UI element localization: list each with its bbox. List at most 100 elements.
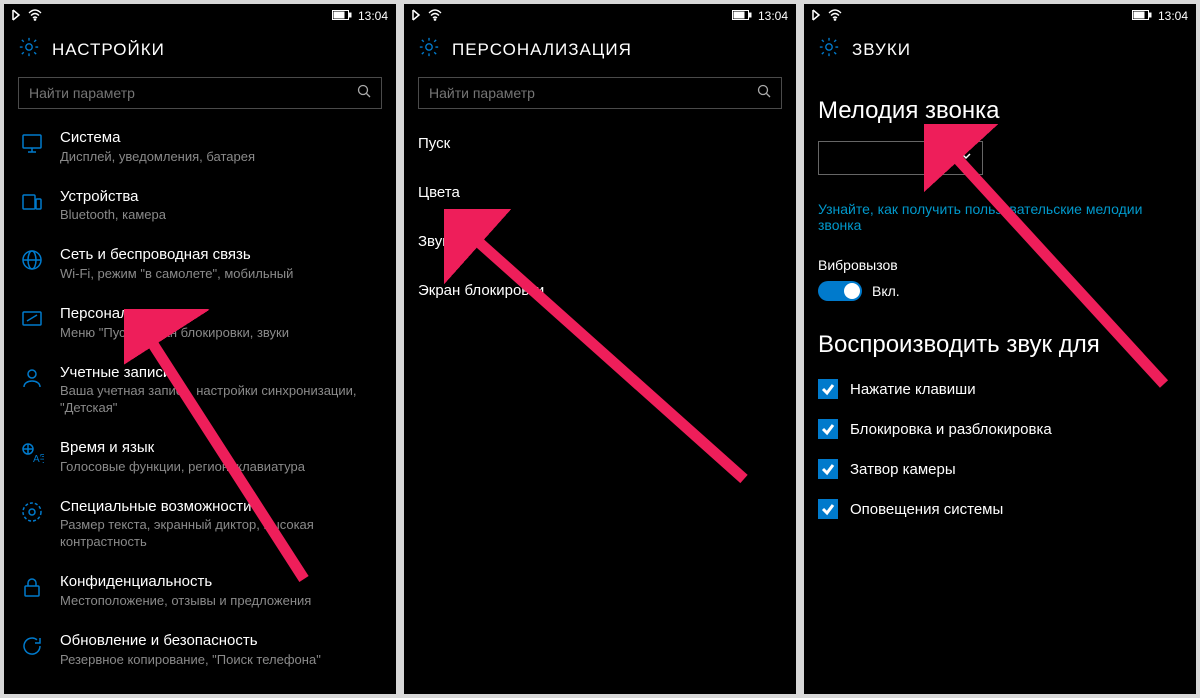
check-label: Оповещения системы	[850, 501, 1003, 518]
user-icon	[20, 366, 44, 395]
personalize-icon	[20, 307, 44, 336]
settings-item-system[interactable]: СистемаДисплей, уведомления, батарея	[18, 119, 382, 178]
clock-text: 13:04	[1158, 9, 1188, 23]
globe-icon	[20, 248, 44, 277]
settings-item-time-language[interactable]: A字 Время и языкГолосовые функции, регион…	[18, 429, 382, 488]
header: ПЕРСОНАЛИЗАЦИЯ	[404, 26, 796, 77]
battery-icon	[732, 9, 752, 23]
search-box[interactable]	[418, 77, 782, 109]
search-input[interactable]	[29, 85, 357, 101]
settings-item-personalization[interactable]: ПерсонализацияМеню "Пуск", экран блокиро…	[18, 295, 382, 354]
check-label: Нажатие клавиши	[850, 381, 976, 398]
item-title: Сеть и беспроводная связь	[60, 246, 382, 265]
item-sub: Голосовые функции, регион, клавиатура	[60, 459, 382, 476]
header: ЗВУКИ	[804, 26, 1196, 77]
battery-icon	[1132, 9, 1152, 23]
item-sub: Bluetooth, камера	[60, 207, 382, 224]
settings-item-update[interactable]: Обновление и безопасностьРезервное копир…	[18, 622, 382, 681]
page-title: ПЕРСОНАЛИЗАЦИЯ	[452, 40, 632, 60]
clock-text: 13:04	[758, 9, 788, 23]
screen-settings: 13:04 НАСТРОЙКИ СистемаДисплей, уведомле…	[4, 4, 396, 694]
search-icon	[757, 84, 771, 103]
sounds-content: Мелодия звонка Узнайте, как получить пол…	[804, 77, 1196, 694]
svg-text:A字: A字	[33, 452, 44, 465]
item-title: Дополнения	[60, 691, 382, 694]
accessibility-icon	[20, 500, 44, 529]
check-row-keypress[interactable]: Нажатие клавиши	[818, 379, 1182, 399]
apps-icon	[20, 693, 44, 694]
vibrate-toggle[interactable]	[818, 281, 862, 301]
item-sub: Размер текста, экранный диктор, высокая …	[60, 517, 382, 551]
checkbox-icon	[818, 379, 838, 399]
wifi-icon	[828, 9, 842, 24]
search-box[interactable]	[18, 77, 382, 109]
item-sub: Дисплей, уведомления, батарея	[60, 149, 382, 166]
list-item-lockscreen[interactable]: Экран блокировки	[418, 266, 782, 315]
refresh-icon	[20, 634, 44, 663]
wifi-icon	[428, 9, 442, 24]
check-label: Затвор камеры	[850, 461, 956, 478]
check-row-camera[interactable]: Затвор камеры	[818, 459, 1182, 479]
item-sub: Местоположение, отзывы и предложения	[60, 593, 382, 610]
header: НАСТРОЙКИ	[4, 26, 396, 77]
list-item-sounds[interactable]: Звуки	[418, 217, 782, 266]
gear-icon	[418, 36, 440, 63]
status-bar: 13:04	[404, 4, 796, 26]
lock-icon	[20, 575, 44, 604]
settings-list: СистемаДисплей, уведомления, батарея Уст…	[4, 119, 396, 694]
screen-personalization: 13:04 ПЕРСОНАЛИЗАЦИЯ Пуск Цвета Звуки Эк…	[404, 4, 796, 694]
item-title: Обновление и безопасность	[60, 632, 382, 651]
settings-item-privacy[interactable]: КонфиденциальностьМестоположение, отзывы…	[18, 563, 382, 622]
back-icon	[10, 9, 22, 24]
checkbox-icon	[818, 499, 838, 519]
battery-icon	[332, 9, 352, 23]
search-input[interactable]	[429, 85, 757, 101]
monitor-icon	[20, 131, 44, 160]
play-sound-heading: Воспроизводить звук для	[818, 331, 1182, 359]
item-title: Время и язык	[60, 439, 382, 458]
devices-icon	[20, 190, 44, 219]
ringtone-dropdown[interactable]	[818, 141, 983, 175]
back-icon	[810, 9, 822, 24]
item-title: Персонализация	[60, 305, 382, 324]
settings-item-accessibility[interactable]: Специальные возможностиРазмер текста, эк…	[18, 488, 382, 564]
check-label: Блокировка и разблокировка	[850, 421, 1052, 438]
item-title: Учетные записи	[60, 364, 382, 383]
wifi-icon	[28, 9, 42, 24]
vibrate-label: Вибровызов	[818, 257, 1182, 273]
item-sub: Резервное копирование, "Поиск телефона"	[60, 652, 382, 669]
chevron-down-icon	[960, 149, 972, 167]
vibrate-on-label: Вкл.	[872, 283, 900, 299]
list-item-start[interactable]: Пуск	[418, 119, 782, 168]
checkbox-icon	[818, 459, 838, 479]
check-row-system-alerts[interactable]: Оповещения системы	[818, 499, 1182, 519]
status-bar: 13:04	[804, 4, 1196, 26]
gear-icon	[818, 36, 840, 63]
page-title: ЗВУКИ	[852, 40, 911, 60]
help-link[interactable]: Узнайте, как получить пользовательские м…	[818, 201, 1182, 233]
item-title: Специальные возможности	[60, 498, 382, 517]
check-row-lock[interactable]: Блокировка и разблокировка	[818, 419, 1182, 439]
clock-text: 13:04	[358, 9, 388, 23]
item-title: Конфиденциальность	[60, 573, 382, 592]
personalization-list: Пуск Цвета Звуки Экран блокировки	[404, 119, 796, 694]
ringtone-heading: Мелодия звонка	[818, 97, 1182, 125]
settings-item-extras[interactable]: Дополнения	[18, 681, 382, 694]
language-icon: A字	[20, 441, 44, 470]
item-sub: Меню "Пуск", экран блокировки, звуки	[60, 325, 382, 342]
checkbox-icon	[818, 419, 838, 439]
item-sub: Wi-Fi, режим "в самолете", мобильный	[60, 266, 382, 283]
settings-item-network[interactable]: Сеть и беспроводная связьWi-Fi, режим "в…	[18, 236, 382, 295]
screen-sounds: 13:04 ЗВУКИ Мелодия звонка Узнайте, как …	[804, 4, 1196, 694]
status-bar: 13:04	[4, 4, 396, 26]
search-icon	[357, 84, 371, 103]
gear-icon	[18, 36, 40, 63]
settings-item-devices[interactable]: УстройстваBluetooth, камера	[18, 178, 382, 237]
page-title: НАСТРОЙКИ	[52, 40, 165, 60]
item-sub: Ваша учетная запись, настройки синхрониз…	[60, 383, 382, 417]
item-title: Устройства	[60, 188, 382, 207]
settings-item-accounts[interactable]: Учетные записиВаша учетная запись, настр…	[18, 354, 382, 430]
back-icon	[410, 9, 422, 24]
item-title: Система	[60, 129, 382, 148]
list-item-colors[interactable]: Цвета	[418, 168, 782, 217]
